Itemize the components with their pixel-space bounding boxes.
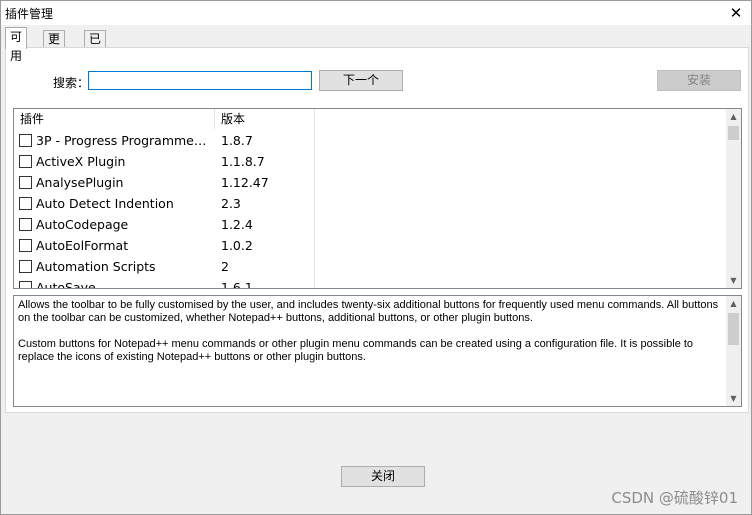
description-text: Allows the toolbar to be fully customise…	[18, 299, 722, 377]
description-paragraph: Custom buttons for Notepad++ menu comman…	[18, 338, 694, 363]
table-row[interactable]: AnalysePlugin 1.12.47	[14, 172, 726, 193]
scroll-up-arrow-icon[interactable]: ▲	[726, 109, 741, 124]
plugin-name: AutoEolFormat	[36, 238, 129, 253]
table-row[interactable]: AutoEolFormat 1.0.2	[14, 235, 726, 256]
search-input[interactable]	[88, 71, 312, 90]
plugin-checkbox[interactable]	[19, 134, 32, 147]
list-scrollbar[interactable]: ▲ ▼	[726, 109, 741, 288]
table-row[interactable]: Automation Scripts 2	[14, 256, 726, 277]
plugin-checkbox[interactable]	[19, 218, 32, 231]
list-header: 插件 版本	[14, 109, 726, 129]
plugin-name: Automation Scripts	[36, 259, 156, 274]
plugin-name: AnalysePlugin	[36, 175, 124, 190]
tab-panel-available: 搜索： 下一个 安装 插件 版本 3P - Progress Programme…	[5, 47, 749, 413]
plugin-version: 1.0.2	[221, 238, 253, 253]
plugin-name: AutoCodepage	[36, 217, 129, 232]
plugin-version: 1.2.4	[221, 217, 253, 232]
plugin-name: Auto Detect Indention	[36, 196, 174, 211]
plugin-checkbox[interactable]	[19, 176, 32, 189]
search-label: 搜索：	[53, 76, 90, 90]
plugin-name: ActiveX Plugin	[36, 154, 126, 169]
table-row[interactable]: AutoCodepage 1.2.4	[14, 214, 726, 235]
table-row[interactable]: Auto Detect Indention 2.3	[14, 193, 726, 214]
plugin-description: Allows the toolbar to be fully customise…	[13, 295, 742, 407]
scroll-thumb[interactable]	[728, 313, 739, 345]
column-header-version[interactable]: 版本	[215, 109, 315, 129]
close-button[interactable]: 关闭	[341, 466, 425, 487]
plugin-version: 1.6.1	[221, 280, 253, 289]
watermark: CSDN @硫酸锌01	[611, 489, 738, 507]
plugin-name: AutoSave	[36, 280, 96, 289]
plugin-checkbox[interactable]	[19, 155, 32, 168]
table-row[interactable]: 3P - Progress Programmers... 1.8.7	[14, 130, 726, 151]
table-row[interactable]: ActiveX Plugin 1.1.8.7	[14, 151, 726, 172]
scroll-up-arrow-icon[interactable]: ▲	[726, 296, 741, 311]
plugin-version: 1.8.7	[221, 133, 253, 148]
scroll-down-arrow-icon[interactable]: ▼	[726, 391, 741, 406]
plugin-list: 插件 版本 3P - Progress Programmers... 1.8.7 A…	[13, 108, 742, 289]
scroll-down-arrow-icon[interactable]: ▼	[726, 273, 741, 288]
description-paragraph: Allows the toolbar to be fully customise…	[18, 299, 719, 324]
plugin-checkbox[interactable]	[19, 239, 32, 252]
plugin-checkbox[interactable]	[19, 260, 32, 273]
next-button[interactable]: 下一个	[319, 70, 403, 91]
plugin-checkbox[interactable]	[19, 281, 32, 288]
plugin-version: 1.12.47	[221, 175, 269, 190]
table-row[interactable]: AutoSave 1.6.1	[14, 277, 726, 289]
plugin-checkbox[interactable]	[19, 197, 32, 210]
tab-available[interactable]: 可用	[5, 27, 28, 63]
scroll-thumb[interactable]	[728, 126, 739, 140]
title-bar: 插件管理 ✕	[1, 1, 751, 25]
plugin-manager-window: 插件管理 ✕ 可用 更新 已安装 搜索： 下一个 安装 插件 版本 3P - P…	[0, 0, 752, 515]
window-title: 插件管理	[5, 7, 54, 21]
tab-updates[interactable]: 更新	[43, 30, 66, 63]
plugin-version: 1.1.8.7	[221, 154, 265, 169]
install-button[interactable]: 安装	[657, 70, 741, 91]
tab-installed[interactable]: 已安装	[84, 30, 107, 80]
close-icon[interactable]: ✕	[725, 3, 747, 23]
plugin-version: 2	[221, 259, 229, 274]
description-scrollbar[interactable]: ▲ ▼	[726, 296, 741, 406]
plugin-name: 3P - Progress Programmers...	[36, 133, 208, 148]
column-header-plugin[interactable]: 插件	[14, 109, 215, 129]
plugin-version: 2.3	[221, 196, 241, 211]
